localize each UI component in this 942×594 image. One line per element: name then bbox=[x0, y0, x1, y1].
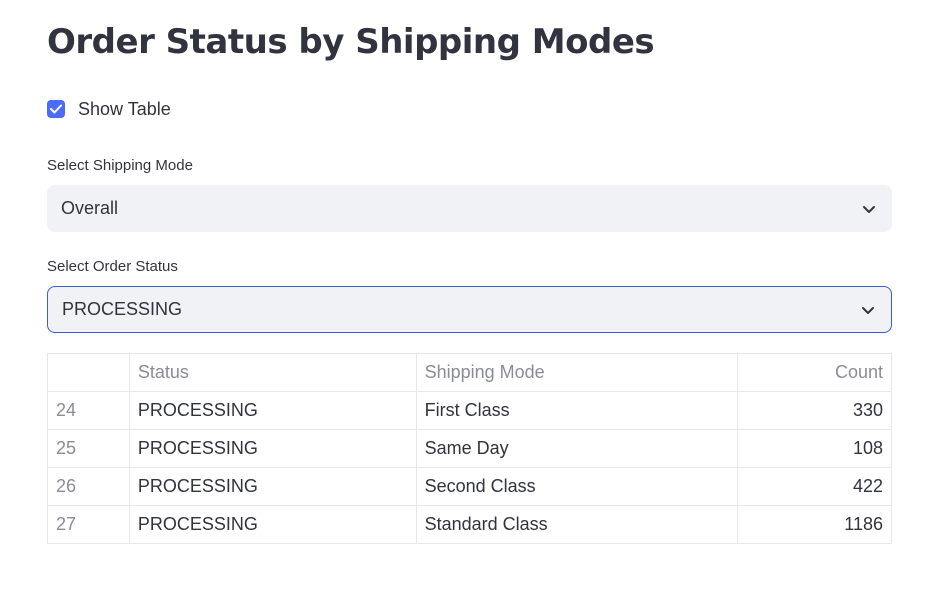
row-index: 25 bbox=[47, 429, 130, 468]
status-header[interactable]: Status bbox=[128, 353, 417, 392]
order-status-table[interactable]: Status Shipping Mode Count 24 PROCESSING… bbox=[47, 353, 892, 544]
table-row[interactable]: 25 PROCESSING Same Day 108 bbox=[47, 429, 892, 468]
order-status-value: PROCESSING bbox=[62, 299, 183, 319]
table-row[interactable]: 24 PROCESSING First Class 330 bbox=[47, 391, 892, 430]
table-header-row: Status Shipping Mode Count bbox=[47, 353, 892, 392]
shipping-mode-select[interactable]: Overall bbox=[47, 185, 892, 232]
shipping-mode-cell: Second Class bbox=[415, 467, 739, 506]
count-cell: 1186 bbox=[737, 505, 892, 544]
row-index: 27 bbox=[47, 505, 130, 544]
show-table-label: Show Table bbox=[78, 98, 171, 119]
status-cell: PROCESSING bbox=[128, 505, 417, 544]
page-title: Order Status by Shipping Modes bbox=[47, 22, 655, 62]
order-status-select[interactable]: PROCESSING bbox=[47, 286, 892, 333]
shipping-mode-header[interactable]: Shipping Mode bbox=[415, 353, 739, 392]
count-cell: 422 bbox=[737, 467, 892, 506]
index-header bbox=[47, 353, 130, 392]
check-icon bbox=[50, 104, 62, 114]
shipping-mode-cell: Same Day bbox=[415, 429, 739, 468]
table-row[interactable]: 27 PROCESSING Standard Class 1186 bbox=[47, 505, 892, 544]
status-cell: PROCESSING bbox=[128, 391, 417, 430]
count-header[interactable]: Count bbox=[737, 353, 892, 392]
status-cell: PROCESSING bbox=[128, 429, 417, 468]
row-index: 26 bbox=[47, 467, 130, 506]
show-table-checkbox-row[interactable]: Show Table bbox=[47, 97, 171, 121]
chevron-down-icon bbox=[863, 205, 875, 213]
table-row[interactable]: 26 PROCESSING Second Class 422 bbox=[47, 467, 892, 506]
chevron-down-icon bbox=[862, 306, 874, 314]
shipping-mode-value: Overall bbox=[61, 198, 119, 218]
row-index: 24 bbox=[47, 391, 130, 430]
shipping-mode-label: Select Shipping Mode bbox=[47, 157, 193, 174]
status-cell: PROCESSING bbox=[128, 467, 417, 506]
shipping-mode-cell: Standard Class bbox=[415, 505, 739, 544]
count-cell: 108 bbox=[737, 429, 892, 468]
show-table-checkbox[interactable] bbox=[47, 100, 65, 118]
shipping-mode-cell: First Class bbox=[415, 391, 739, 430]
count-cell: 330 bbox=[737, 391, 892, 430]
order-status-label: Select Order Status bbox=[47, 258, 178, 275]
